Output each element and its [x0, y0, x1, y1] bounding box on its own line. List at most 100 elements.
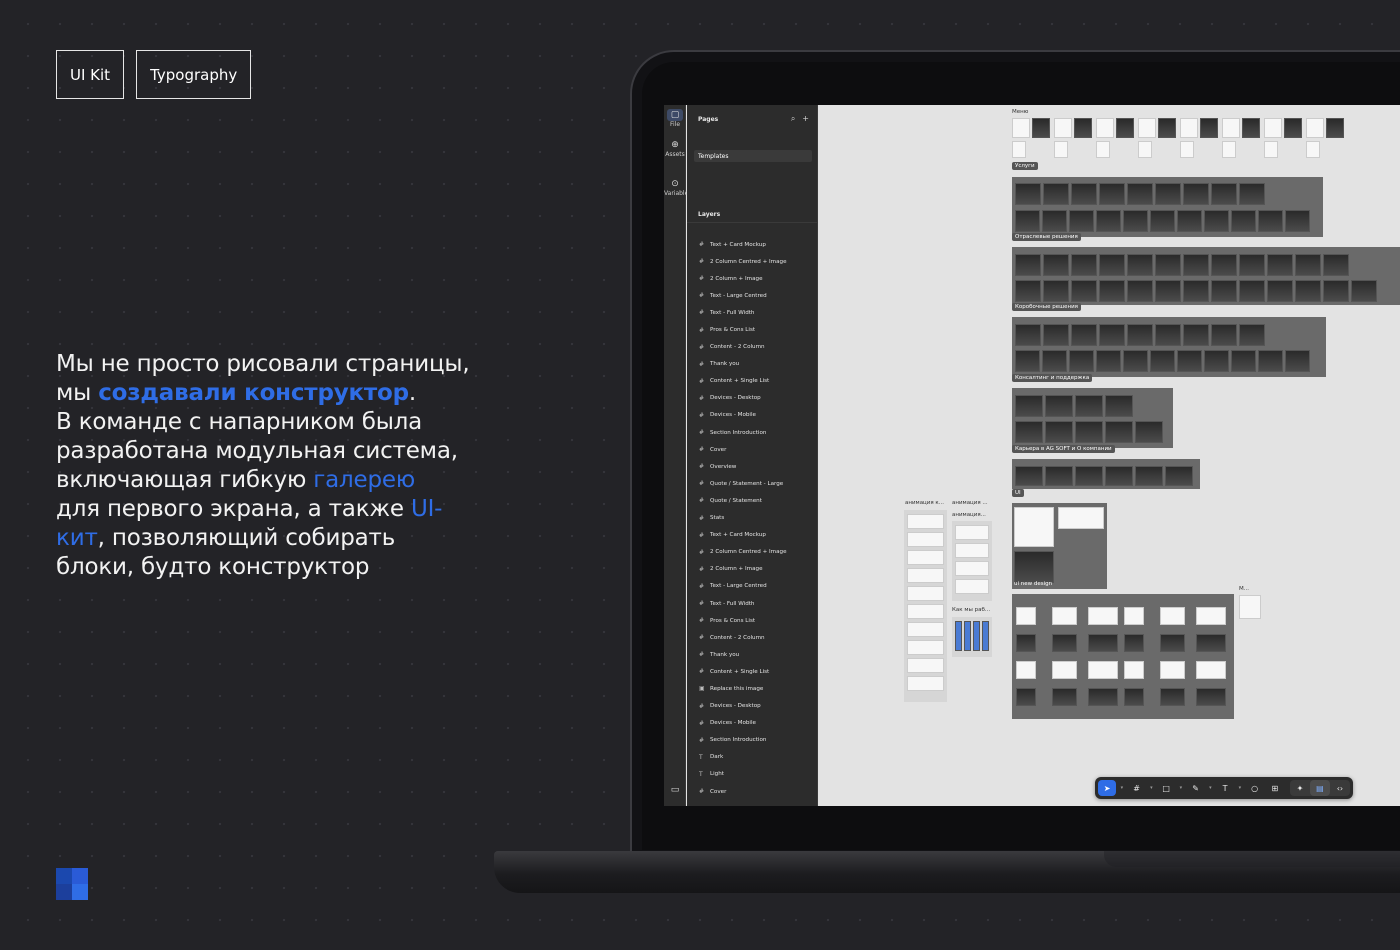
layer-item[interactable]: # Text + Card Mockup [699, 527, 811, 544]
ui-thumb[interactable] [1014, 551, 1054, 583]
block-thumb[interactable] [1196, 688, 1226, 706]
boxed-thumb[interactable] [1015, 324, 1041, 346]
search-icon[interactable]: ⌕ [791, 114, 795, 124]
layer-item[interactable]: # Quote / Statement - Large [699, 475, 811, 492]
layer-item[interactable]: # Overview [699, 458, 811, 475]
menu-thumb[interactable] [1264, 118, 1282, 138]
service-thumb[interactable] [1069, 210, 1094, 232]
tag-ui-kit[interactable]: UI Kit [56, 50, 125, 99]
anim-thumb[interactable] [955, 561, 989, 576]
layer-item[interactable]: # Thank you [699, 646, 811, 663]
service-thumb[interactable] [1096, 210, 1121, 232]
layer-item[interactable]: # Content - 2 Column [699, 339, 811, 356]
layer-item[interactable]: # Cover [699, 783, 811, 800]
industry-thumb[interactable] [1127, 280, 1153, 302]
layer-item[interactable]: # Pros & Cons List [699, 612, 811, 629]
block-thumb[interactable] [1016, 688, 1036, 706]
boxed-thumb[interactable] [1150, 350, 1175, 372]
block-thumb[interactable] [1052, 661, 1077, 679]
anim-thumb[interactable] [907, 658, 944, 673]
block-thumb[interactable] [1052, 607, 1077, 625]
comment-icon[interactable]: ○ [1246, 780, 1264, 796]
consulting-thumb[interactable] [1015, 395, 1043, 417]
industry-thumb[interactable] [1239, 280, 1265, 302]
layer-item[interactable]: T Light [699, 766, 811, 783]
menu-thumb[interactable] [1096, 118, 1114, 138]
industry-thumb[interactable] [1155, 280, 1181, 302]
boxed-thumb[interactable] [1211, 324, 1237, 346]
service-thumb[interactable] [1043, 183, 1069, 205]
layer-item[interactable]: # Quote / Statement [699, 492, 811, 509]
consulting-thumb[interactable] [1015, 421, 1043, 443]
boxed-thumb[interactable] [1043, 324, 1069, 346]
boxed-thumb[interactable] [1155, 324, 1181, 346]
menu-thumb[interactable] [1074, 118, 1092, 138]
how-thumb[interactable] [973, 621, 980, 651]
chevron-down-icon[interactable]: ▾ [1177, 780, 1184, 796]
pen-icon[interactable]: ✎ [1187, 780, 1205, 796]
boxed-thumb[interactable] [1231, 350, 1256, 372]
consulting-thumb[interactable] [1135, 421, 1163, 443]
layer-item[interactable]: # Text - Full Width [699, 304, 811, 321]
menu-thumb[interactable] [1306, 141, 1320, 158]
consulting-thumb[interactable] [1105, 421, 1133, 443]
service-thumb[interactable] [1150, 210, 1175, 232]
layer-item[interactable]: # Devices - Mobile [699, 715, 811, 732]
block-thumb[interactable] [1052, 688, 1077, 706]
industry-thumb[interactable] [1155, 254, 1181, 276]
consulting-thumb[interactable] [1045, 395, 1073, 417]
menu-thumb[interactable] [1222, 141, 1236, 158]
service-thumb[interactable] [1183, 183, 1209, 205]
career-thumb[interactable] [1015, 466, 1043, 486]
industry-thumb[interactable] [1099, 280, 1125, 302]
cursor-icon[interactable]: ➤ [1098, 780, 1117, 796]
anim-thumb[interactable] [907, 676, 944, 691]
service-thumb[interactable] [1071, 183, 1097, 205]
career-thumb[interactable] [1135, 466, 1163, 486]
industry-thumb[interactable] [1183, 280, 1209, 302]
block-thumb[interactable] [1088, 661, 1118, 679]
feedback-button[interactable]: ▭ [664, 784, 686, 796]
layer-item[interactable]: # Section Introduction [699, 424, 811, 441]
industry-thumb[interactable] [1295, 254, 1321, 276]
block-thumb[interactable] [1124, 634, 1144, 652]
industry-thumb[interactable] [1295, 280, 1321, 302]
service-thumb[interactable] [1177, 210, 1202, 232]
layer-item[interactable]: # Section Introduction [699, 732, 811, 749]
boxed-thumb[interactable] [1123, 350, 1148, 372]
layer-item[interactable]: # Thank you [699, 356, 811, 373]
chevron-down-icon[interactable]: ▾ [1207, 780, 1214, 796]
how-thumb[interactable] [982, 621, 989, 651]
industry-thumb[interactable] [1015, 280, 1041, 302]
layer-item[interactable]: # Devices - Mobile [699, 407, 811, 424]
block-thumb[interactable] [1088, 607, 1118, 625]
layer-item[interactable]: # Text - Large Centred [699, 287, 811, 304]
boxed-thumb[interactable] [1183, 324, 1209, 346]
menu-thumb[interactable] [1326, 118, 1344, 138]
block-thumb[interactable] [1124, 607, 1144, 625]
block-thumb[interactable] [1016, 607, 1036, 625]
layer-item[interactable]: # Stats [699, 510, 811, 527]
industry-thumb[interactable] [1071, 280, 1097, 302]
block-thumb[interactable] [1052, 634, 1077, 652]
rail-variables[interactable]: ⊙ Variables [664, 178, 691, 197]
menu-thumb[interactable] [1054, 118, 1072, 138]
menu-thumb[interactable] [1012, 141, 1026, 158]
menu-thumb[interactable] [1306, 118, 1324, 138]
chevron-down-icon[interactable]: ▾ [1148, 780, 1155, 796]
layer-item[interactable]: #2 Column Centred + Image [699, 544, 811, 561]
rail-file[interactable]: ▢ File [664, 109, 686, 128]
text-icon[interactable]: T [1216, 780, 1234, 796]
ui-thumb[interactable] [1058, 507, 1104, 529]
industry-thumb[interactable] [1267, 254, 1293, 276]
industry-thumb[interactable] [1351, 280, 1377, 302]
service-thumb[interactable] [1258, 210, 1283, 232]
anim-thumb[interactable] [955, 543, 989, 558]
ai-icon[interactable]: ✦ [1290, 780, 1310, 796]
menu-thumb[interactable] [1054, 141, 1068, 158]
boxed-thumb[interactable] [1071, 324, 1097, 346]
block-thumb[interactable] [1196, 607, 1226, 625]
industry-thumb[interactable] [1071, 254, 1097, 276]
anim-thumb[interactable] [907, 604, 944, 619]
anim-thumb[interactable] [955, 579, 989, 594]
